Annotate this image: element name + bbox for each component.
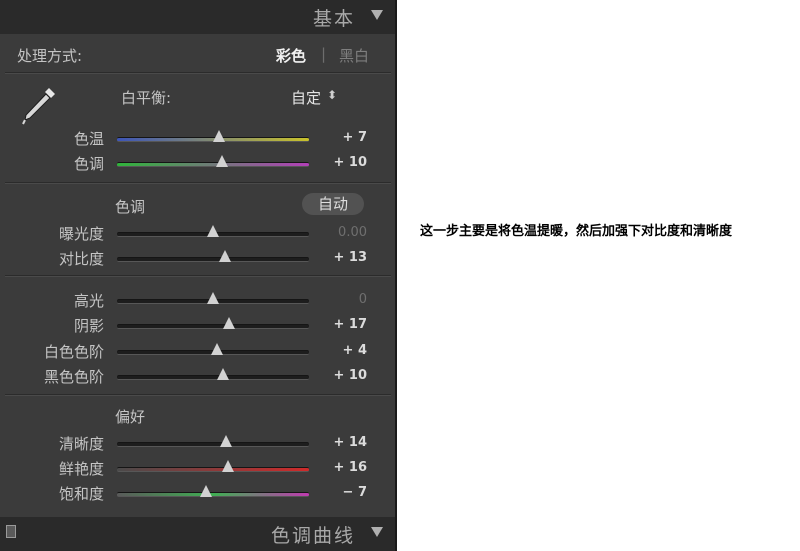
divider — [5, 394, 391, 396]
slider-value-contrast: + 13 — [333, 250, 367, 265]
slider-label-exposure: 曝光度 — [58, 225, 104, 243]
tone-curve-title: 色调曲线 — [270, 525, 355, 547]
slider-thumb-clarity[interactable] — [220, 435, 233, 447]
slider-track-clarity[interactable] — [117, 442, 309, 447]
tone-curve-header[interactable]: 色调曲线 — [0, 517, 395, 551]
treatment-divider: | — [321, 45, 327, 63]
auto-tone-button[interactable]: 自动 — [302, 193, 364, 215]
annotation-text: 这一步主要是将色温提暖，然后加强下对比度和清晰度 — [420, 224, 733, 239]
slider-value-highlights: 0 — [358, 292, 367, 307]
wb-stepper-icon[interactable]: ⬍ — [327, 88, 337, 102]
slider-value-temp: + 7 — [342, 130, 367, 145]
collapse-triangle-icon[interactable] — [371, 527, 383, 537]
divider — [5, 182, 391, 184]
slider-track-saturation[interactable] — [117, 492, 309, 497]
slider-track-shadows[interactable] — [117, 324, 309, 329]
slider-label-contrast: 对比度 — [58, 250, 104, 268]
treatment-bw-button[interactable]: 黑白 — [339, 45, 369, 66]
slider-value-exposure: 0.00 — [338, 225, 367, 240]
slider-label-tint: 色调 — [73, 155, 104, 173]
slider-label-saturation: 饱和度 — [58, 485, 104, 503]
slider-label-highlights: 高光 — [73, 292, 104, 310]
slider-label-shadows: 阴影 — [73, 317, 104, 335]
slider-value-tint: + 10 — [333, 155, 367, 170]
treatment-color-button[interactable]: 彩色 — [276, 45, 306, 66]
slider-thumb-whites[interactable] — [210, 343, 223, 355]
slider-label-vibrance: 鲜艳度 — [58, 460, 104, 478]
slider-label-clarity: 清晰度 — [58, 435, 104, 453]
basic-panel: 基本 处理方式: 彩色 | 黑白 白平衡: 自定 ⬍ 色调 自动 偏好 色温 + … — [0, 0, 397, 551]
panel-header[interactable]: 基本 — [0, 0, 395, 34]
slider-thumb-highlights[interactable] — [207, 292, 219, 304]
slider-thumb-blacks[interactable] — [216, 368, 229, 380]
slider-thumb-tint[interactable] — [215, 155, 228, 167]
presence-section-title: 偏好 — [115, 408, 146, 426]
wb-label: 白平衡: — [121, 89, 172, 107]
divider — [5, 72, 391, 74]
slider-value-shadows: + 17 — [333, 317, 367, 332]
slider-value-blacks: + 10 — [333, 368, 367, 383]
slider-label-blacks: 黑色色阶 — [43, 368, 104, 386]
divider — [5, 275, 391, 277]
slider-thumb-contrast[interactable] — [219, 250, 232, 262]
slider-thumb-temp[interactable] — [212, 130, 225, 142]
slider-track-vibrance[interactable] — [117, 467, 309, 472]
slider-value-saturation: − 7 — [342, 485, 367, 500]
panel-toggle-icon[interactable] — [6, 525, 16, 538]
tone-section-title: 色调 — [115, 198, 146, 216]
collapse-triangle-icon[interactable] — [371, 10, 383, 20]
slider-label-whites: 白色色阶 — [43, 343, 104, 361]
slider-track-contrast[interactable] — [117, 257, 309, 262]
slider-track-blacks[interactable] — [117, 375, 309, 380]
eyedropper-icon[interactable] — [18, 82, 62, 128]
wb-value[interactable]: 自定 — [291, 87, 321, 108]
slider-thumb-shadows[interactable] — [223, 317, 236, 329]
slider-thumb-vibrance[interactable] — [222, 460, 235, 472]
slider-thumb-exposure[interactable] — [207, 225, 219, 237]
panel-title: 基本 — [312, 8, 355, 30]
slider-value-vibrance: + 16 — [333, 460, 367, 475]
slider-track-tint[interactable] — [117, 162, 309, 167]
slider-label-temp: 色温 — [73, 130, 104, 148]
slider-thumb-saturation[interactable] — [200, 485, 213, 497]
slider-value-clarity: + 14 — [333, 435, 367, 450]
slider-value-whites: + 4 — [342, 343, 367, 358]
treatment-label: 处理方式: — [17, 47, 83, 65]
